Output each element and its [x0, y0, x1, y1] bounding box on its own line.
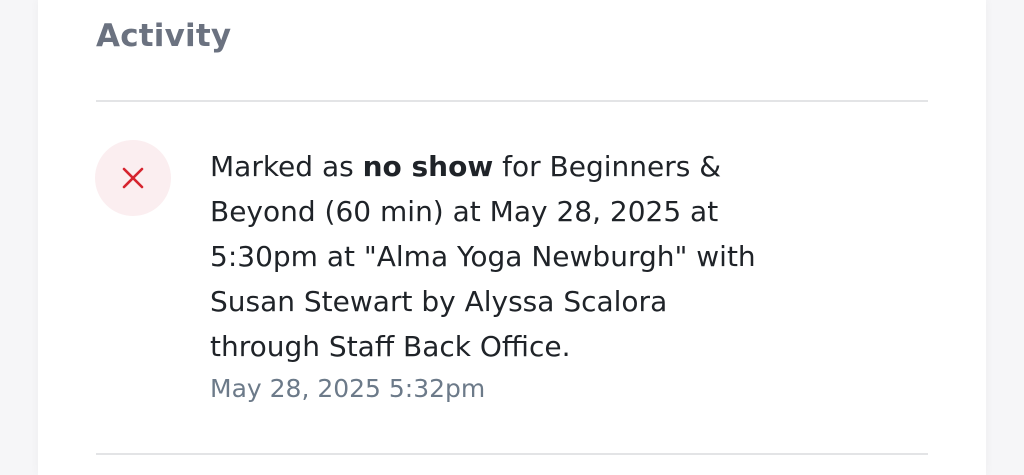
bottom-divider — [96, 453, 928, 455]
close-x-icon — [122, 167, 144, 189]
no-show-status-badge — [95, 140, 171, 216]
activity-message: Marked as no show for Beginners & Beyond… — [210, 144, 770, 369]
section-title: Activity — [96, 18, 232, 54]
activity-timestamp: May 28, 2025 5:32pm — [210, 374, 486, 403]
activity-item: Marked as no show for Beginners & Beyond… — [38, 102, 986, 452]
activity-card: Activity Marked as no show for Beginners… — [38, 0, 986, 475]
message-prefix: Marked as — [210, 150, 363, 183]
message-highlight: no show — [362, 150, 494, 183]
